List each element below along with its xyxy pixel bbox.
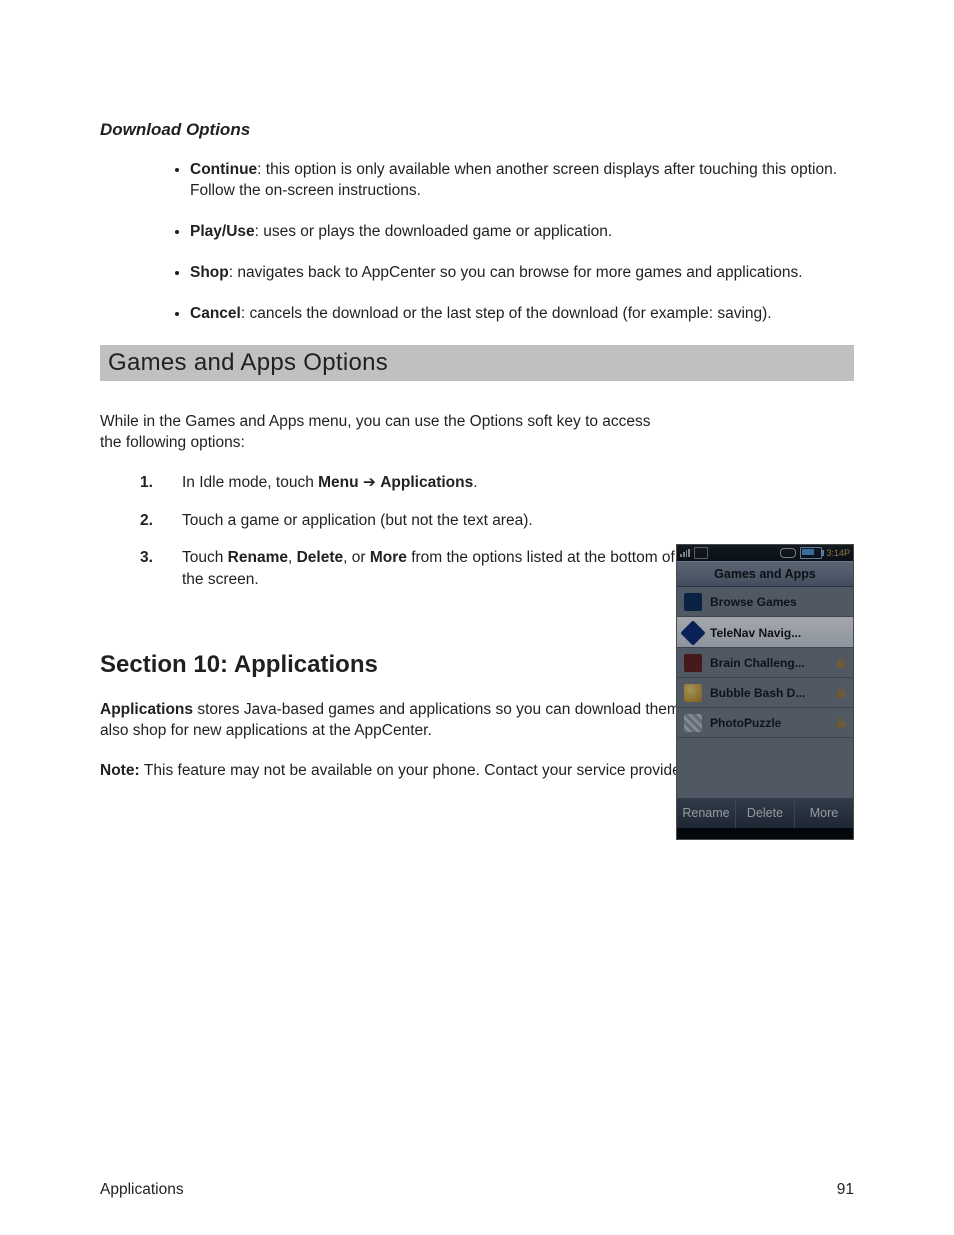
bullet-cancel: Cancel: cancels the download or the last… [190,304,854,325]
signal-icon [680,549,690,557]
brain-challenge-icon [684,654,702,672]
section-heading-games-and-apps-options: Games and Apps Options [100,345,854,381]
lock-icon [836,687,846,698]
status-bar: 3:14P [677,545,853,561]
page-footer: Applications 91 [100,1181,854,1199]
intro-paragraph: While in the Games and Apps menu, you ca… [100,411,660,454]
battery-icon [800,547,822,559]
voicemail-icon [780,548,796,558]
photopuzzle-icon [684,714,702,732]
browse-games-icon [684,593,702,611]
list-filler [677,738,853,798]
bullet-play-use: Play/Use: uses or plays the downloaded g… [190,222,854,243]
row-browse-games[interactable]: Browse Games [677,587,853,617]
row-brain-challenge[interactable]: Brain Challeng... [677,648,853,678]
screen-title: Games and Apps [677,561,853,587]
bubble-bash-icon [684,684,702,702]
app-list: Browse Games TeleNav Navig... Brain Chal… [677,587,853,798]
status-time: 3:14P [826,548,850,558]
footer-left: Applications [100,1181,184,1199]
bullet-continue: Continue: this option is only available … [190,160,854,202]
footer-right: 91 [837,1181,854,1199]
bullet-shop: Shop: navigates back to AppCenter so you… [190,263,854,284]
row-label: Brain Challeng... [710,656,828,670]
steps-list: 1. In Idle mode, touch Menu ➔ Applicatio… [140,472,700,591]
softkey-more[interactable]: More [795,798,853,828]
row-photopuzzle[interactable]: PhotoPuzzle [677,708,853,738]
download-options-list: Continue: this option is only available … [100,160,854,325]
row-telenav[interactable]: TeleNav Navig... [677,617,853,648]
row-label: PhotoPuzzle [710,716,828,730]
sim-icon [694,547,708,559]
step-3: 3. Touch Rename, Delete, or More from th… [140,547,700,590]
row-bubble-bash[interactable]: Bubble Bash D... [677,678,853,708]
softkey-delete[interactable]: Delete [736,798,795,828]
step-2: 2. Touch a game or application (but not … [140,510,700,532]
telenav-icon [680,620,705,645]
phone-screenshot: 3:14P Games and Apps Browse Games TeleNa… [676,544,854,840]
step-1: 1. In Idle mode, touch Menu ➔ Applicatio… [140,472,700,494]
lock-icon [836,657,846,668]
subsection-download-options: Download Options [100,120,854,140]
softkey-bar: Rename Delete More [677,798,853,828]
row-label: Bubble Bash D... [710,686,828,700]
row-label: TeleNav Navig... [710,626,846,640]
softkey-rename[interactable]: Rename [677,798,736,828]
lock-icon [836,717,846,728]
row-label: Browse Games [710,595,846,609]
